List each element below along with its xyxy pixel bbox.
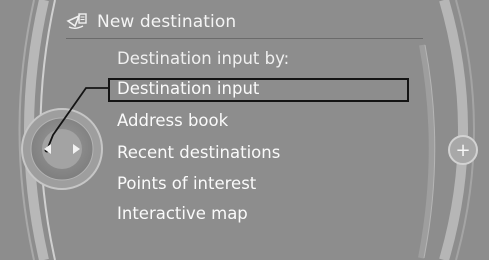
navigation-destination-icon [66, 13, 87, 29]
menu-prompt: Destination input by: [117, 49, 290, 68]
header: New destination [66, 10, 236, 34]
header-divider [66, 38, 423, 39]
plus-icon: + [455, 140, 470, 161]
menu-item-address-book[interactable]: Address book [117, 111, 228, 130]
navigation-screen: + New destination Destination input by: … [0, 0, 489, 260]
page-title: New destination [97, 12, 237, 32]
add-button[interactable]: + [448, 135, 478, 165]
menu-item-destination-input[interactable]: Destination input [117, 79, 259, 98]
menu-item-points-of-interest[interactable]: Points of interest [117, 174, 256, 193]
menu-item-interactive-map[interactable]: Interactive map [117, 204, 248, 223]
menu-item-recent-destinations[interactable]: Recent destinations [117, 143, 280, 162]
